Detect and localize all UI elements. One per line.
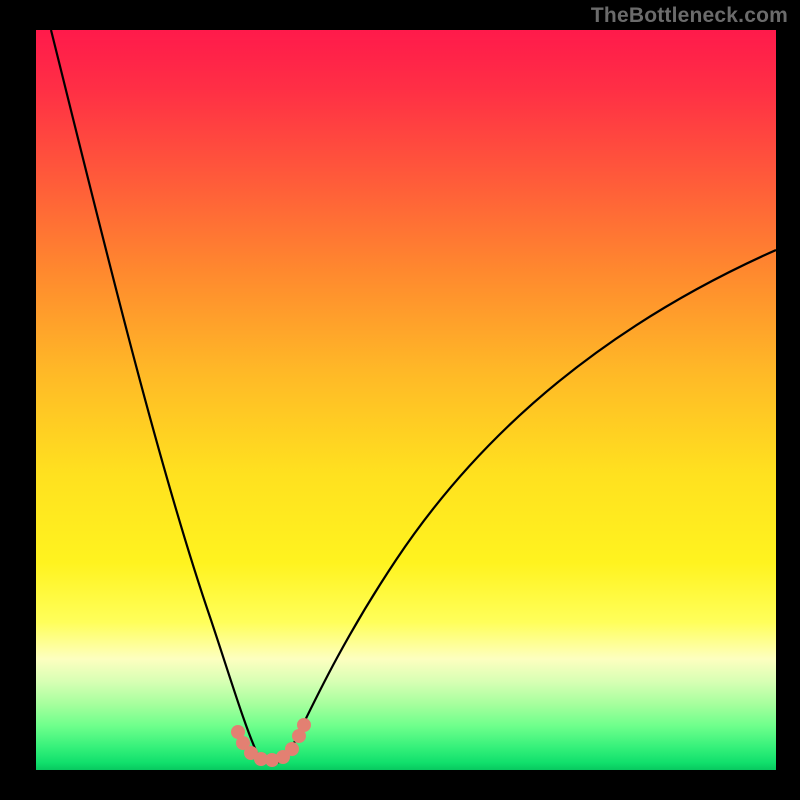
curve-svg [36,30,776,770]
valley-markers [231,718,311,767]
bottleneck-right-branch [288,250,776,755]
bottleneck-left-branch [51,30,258,755]
chart-frame: TheBottleneck.com [0,0,800,800]
watermark-text: TheBottleneck.com [591,4,788,28]
plot-area [36,30,776,770]
